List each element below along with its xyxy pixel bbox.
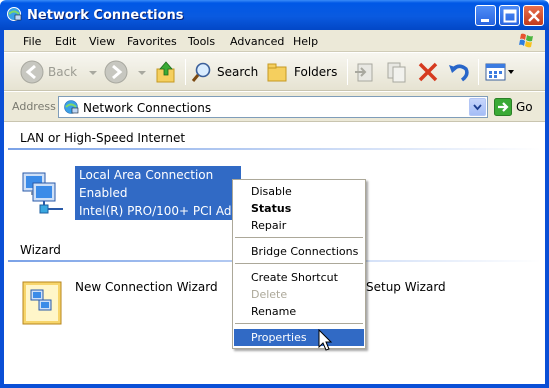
go-button[interactable]: Go (494, 97, 533, 117)
back-label: Back (48, 65, 78, 79)
connection-status: Enabled (79, 186, 128, 200)
delete-x-icon (418, 62, 438, 82)
menu-bar: File Edit View Favorites Tools Advanced … (4, 30, 545, 52)
group-header-wizard: Wizard (20, 243, 61, 257)
search-button[interactable]: Search (191, 59, 258, 85)
menu-advanced[interactable]: Advanced (230, 35, 284, 48)
menu-help[interactable]: Help (293, 35, 318, 48)
menu-view[interactable]: View (89, 35, 115, 48)
address-dropdown-button[interactable] (469, 98, 486, 116)
copy-to-icon (387, 62, 406, 83)
new-connection-wizard-label[interactable]: New Connection Wizard (75, 280, 218, 294)
group-divider-lan (8, 148, 541, 150)
forward-button[interactable] (104, 59, 148, 85)
context-disable[interactable]: Disable (234, 183, 364, 200)
network-connections-icon (7, 7, 22, 21)
standard-toolbar: Back Search Folders (4, 53, 545, 91)
context-rename[interactable]: Rename (234, 303, 364, 320)
views-icon (485, 63, 506, 81)
folders-button[interactable]: Folders (266, 59, 337, 85)
window-frame-bottom (0, 384, 549, 388)
new-connection-wizard-icon[interactable] (21, 278, 67, 328)
windows-logo-icon (519, 33, 533, 48)
views-dropdown-icon (508, 70, 514, 74)
up-folder-button[interactable] (154, 59, 178, 85)
network-connections-icon (64, 100, 79, 114)
menu-favorites[interactable]: Favorites (127, 35, 177, 48)
context-separator (235, 323, 363, 324)
search-icon (191, 62, 211, 82)
forward-arrow-icon (104, 60, 128, 84)
back-button[interactable]: Back (20, 59, 99, 85)
address-label: Address (12, 100, 56, 113)
context-status[interactable]: Status (234, 200, 364, 217)
window-frame-right (545, 30, 549, 388)
context-separator (235, 263, 363, 264)
close-button[interactable] (523, 5, 544, 26)
context-repair[interactable]: Repair (234, 217, 364, 234)
move-to-button[interactable] (353, 59, 377, 85)
address-bar: Address Network Connections Go (4, 92, 545, 122)
group-header-lan: LAN or High-Speed Internet (20, 131, 186, 145)
menu-tools[interactable]: Tools (188, 35, 215, 48)
menu-file[interactable]: File (23, 35, 41, 48)
copy-to-button[interactable] (385, 59, 409, 85)
chevron-down-icon (473, 104, 482, 111)
mouse-cursor-icon (318, 329, 333, 351)
undo-button[interactable] (447, 59, 471, 85)
local-area-connection-icon[interactable] (19, 169, 67, 219)
minimize-icon (481, 19, 489, 22)
up-folder-icon (156, 61, 175, 83)
search-label: Search (217, 65, 259, 79)
go-arrow-icon (494, 98, 512, 116)
forward-dropdown-icon (138, 71, 146, 75)
close-icon (528, 10, 540, 22)
views-button[interactable] (485, 59, 515, 85)
move-to-icon (355, 63, 373, 82)
context-create-shortcut[interactable]: Create Shortcut (234, 269, 364, 286)
context-delete: Delete (251, 288, 288, 301)
folders-label: Folders (294, 65, 338, 79)
address-input[interactable]: Network Connections (58, 96, 488, 118)
title-bar[interactable]: Network Connections (0, 0, 549, 30)
delete-button[interactable] (417, 59, 439, 85)
menu-edit[interactable]: Edit (55, 35, 76, 48)
connection-name[interactable]: Local Area Connection (79, 168, 213, 182)
back-arrow-icon (20, 60, 44, 84)
setup-wizard-label[interactable]: Setup Wizard (366, 280, 446, 294)
go-label: Go (516, 100, 533, 114)
maximize-button[interactable] (499, 5, 520, 26)
window-title: Network Connections (27, 8, 184, 23)
maximize-icon (503, 9, 517, 23)
context-menu: Disable Status Repair Bridge Connections… (232, 179, 366, 349)
minimize-button[interactable] (475, 5, 496, 26)
context-separator (235, 237, 363, 238)
back-dropdown-icon (89, 71, 98, 75)
context-properties[interactable]: Properties (234, 329, 364, 346)
address-value: Network Connections (83, 101, 212, 115)
undo-icon (449, 64, 469, 82)
folders-icon (267, 63, 287, 82)
connection-device: Intel(R) PRO/100+ PCI Adapte (79, 204, 241, 218)
context-bridge-connections[interactable]: Bridge Connections (234, 243, 364, 260)
